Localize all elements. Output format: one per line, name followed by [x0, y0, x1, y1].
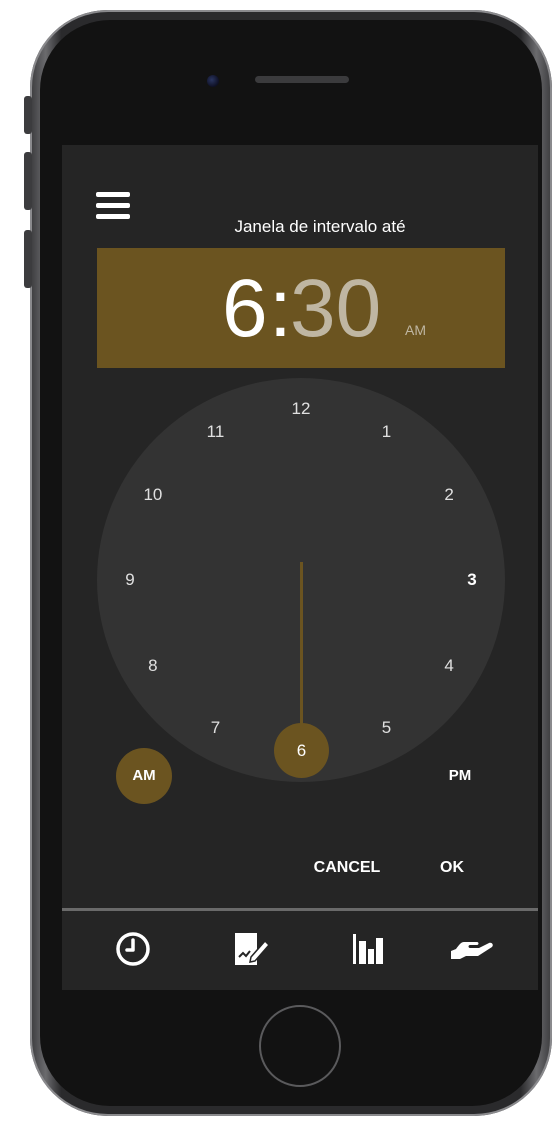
clock-number-2[interactable]: 2: [434, 485, 464, 505]
clock-hand-selected-number[interactable]: 6: [274, 723, 329, 778]
hour-value[interactable]: 6: [222, 264, 268, 354]
time-display: 6 : 30 AM: [97, 248, 505, 368]
app-screen: Janela de intervalo até 6 : 30 AM 12 1 2 3 4…: [62, 145, 538, 990]
tab-help[interactable]: [448, 929, 493, 969]
clock-icon: [116, 932, 150, 966]
bottom-tab-bar: [62, 908, 538, 990]
clock-number-10[interactable]: 10: [138, 485, 168, 505]
clock-number-12[interactable]: 12: [286, 399, 316, 419]
volume-down-button: [24, 230, 32, 288]
earpiece-speaker: [255, 76, 349, 83]
clock-number-4[interactable]: 4: [434, 656, 464, 676]
period-indicator: AM: [405, 322, 426, 338]
clock-number-5[interactable]: 5: [372, 718, 402, 738]
clock-number-7[interactable]: 7: [201, 718, 231, 738]
bar-chart-icon: [353, 934, 383, 964]
mute-switch: [24, 96, 32, 134]
clock-number-1[interactable]: 1: [372, 422, 402, 442]
home-button[interactable]: [259, 1005, 341, 1087]
pm-button[interactable]: PM: [432, 748, 488, 804]
page-title: Janela de intervalo até: [234, 217, 406, 236]
hand-icon: [451, 942, 493, 959]
cancel-button[interactable]: CANCEL: [302, 856, 392, 880]
hamburger-menu-icon[interactable]: [96, 192, 130, 220]
ok-button[interactable]: OK: [427, 856, 477, 880]
time-separator: :: [269, 263, 292, 354]
clock-number-9[interactable]: 9: [115, 570, 145, 590]
tab-clock[interactable]: [113, 929, 157, 969]
volume-up-button: [24, 152, 32, 210]
tab-edit[interactable]: [231, 929, 275, 969]
front-camera: [207, 75, 219, 87]
clock-number-8[interactable]: 8: [138, 656, 168, 676]
am-button[interactable]: AM: [116, 748, 172, 804]
clock-number-11[interactable]: 11: [201, 422, 231, 442]
tab-stats[interactable]: [348, 929, 392, 969]
clock-number-3[interactable]: 3: [457, 570, 487, 590]
edit-document-icon: [235, 933, 271, 965]
minute-value[interactable]: 30: [290, 264, 381, 354]
clock-hand: [300, 562, 303, 732]
